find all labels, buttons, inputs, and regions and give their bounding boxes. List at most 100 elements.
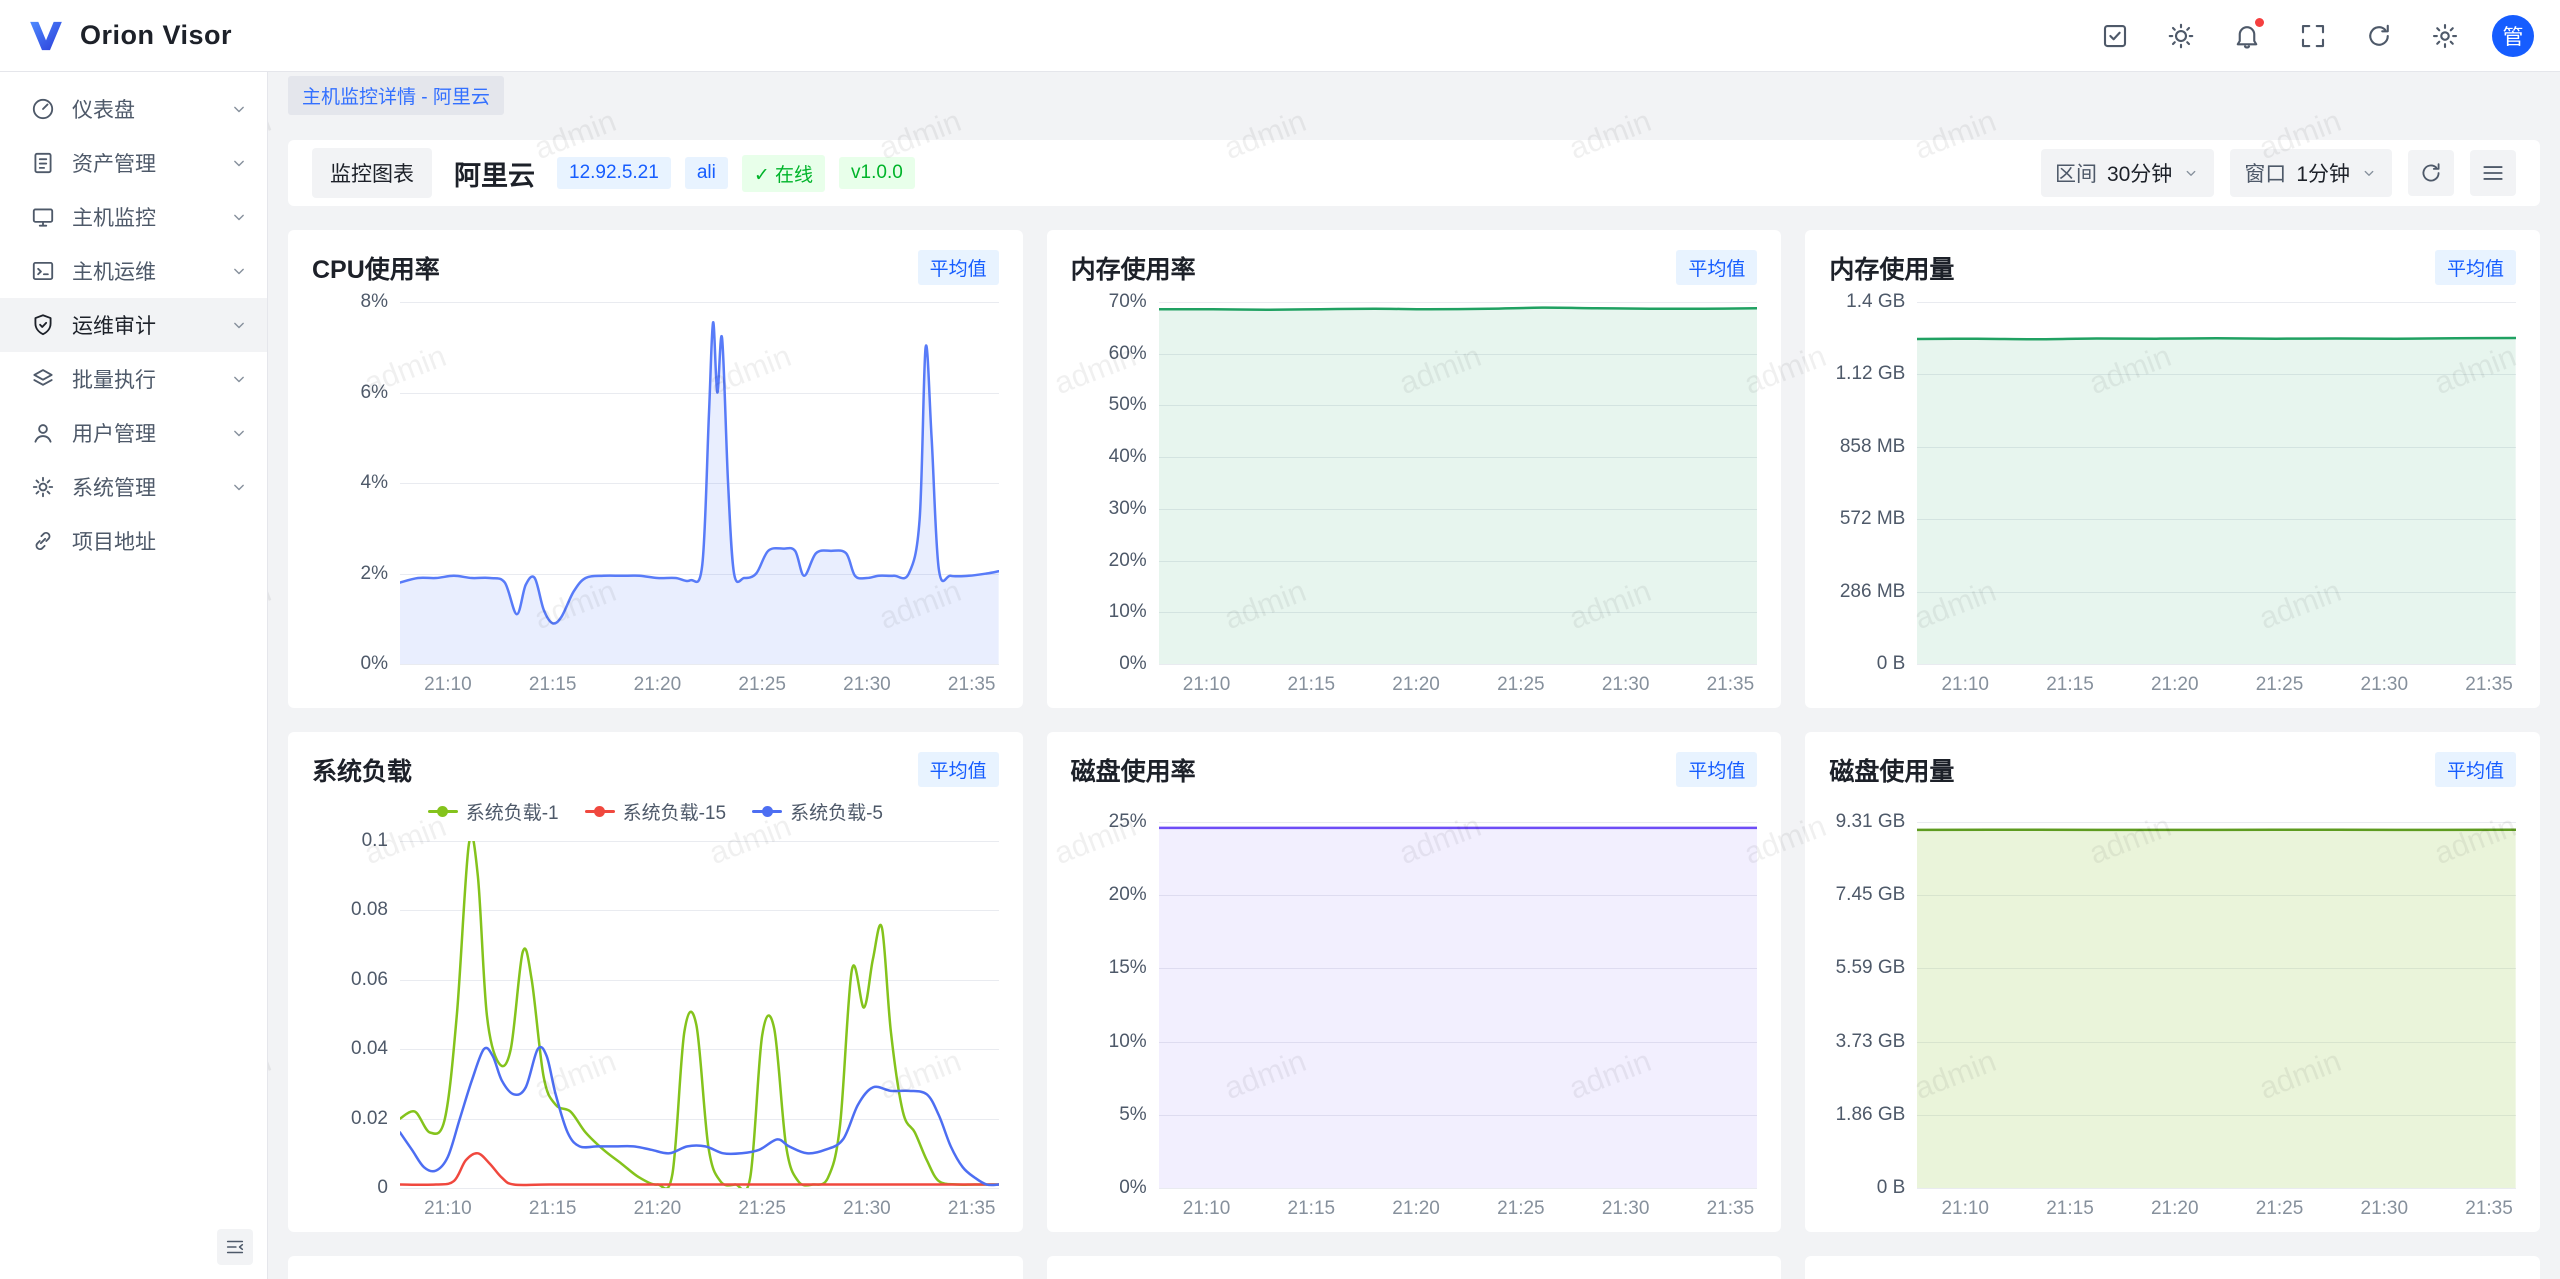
chevron-down-icon (229, 261, 249, 281)
aggregation-tag: 平均值 (1676, 752, 1757, 787)
y-axis-labels: 70%60%50%40%30%20%10%0% (1071, 302, 1159, 664)
aggregation-tag: 平均值 (2435, 250, 2516, 285)
chart-series-svg (1159, 302, 1758, 664)
app-logo-icon (26, 16, 66, 56)
sidebar-item-user[interactable]: 用户管理 (0, 406, 267, 460)
link-icon (30, 528, 56, 554)
chevron-down-icon (2182, 164, 2200, 182)
chart-series-svg (400, 841, 999, 1188)
aggregation-tag: 平均值 (918, 752, 999, 787)
interval-select[interactable]: 区间30分钟 (2041, 149, 2214, 197)
chart-series-svg (1159, 822, 1758, 1188)
menu-button[interactable] (2470, 150, 2516, 196)
legend-item[interactable]: 系统负载-1 (428, 798, 559, 825)
select-value: 30分钟 (2107, 158, 2172, 188)
chart-series-svg (1917, 302, 2516, 664)
theme-button[interactable] (2160, 15, 2202, 57)
sidebar-item-label: 系统管理 (72, 472, 229, 502)
select-value: 1分钟 (2296, 158, 2350, 188)
host-header-card: 监控图表 阿里云 12.92.5.21ali✓ 在线v1.0.0 区间30分钟窗… (288, 140, 2540, 206)
host-monitor-icon (30, 204, 56, 230)
chevron-down-icon (2360, 164, 2378, 182)
refresh-button[interactable] (2408, 150, 2454, 196)
legend-label: 系统负载-1 (466, 798, 559, 825)
chart-card: 磁盘使用量平均值9.31 GB7.45 GB5.59 GB3.73 GB1.86… (1805, 732, 2540, 1232)
sidebar-item-label: 主机监控 (72, 202, 229, 232)
chart-title: 磁盘使用率 (1071, 752, 1196, 788)
sidebar-item-label: 项目地址 (72, 526, 249, 556)
chevron-down-icon (229, 99, 249, 119)
sidebar-item-label: 用户管理 (72, 418, 229, 448)
sidebar-item-dashboard[interactable]: 仪表盘 (0, 82, 267, 136)
chart-card: 内存使用率平均值70%60%50%40%30%20%10%0%21:1021:1… (1047, 230, 1782, 708)
chart-title: 内存使用量 (1829, 250, 1954, 286)
notification-badge (2255, 18, 2264, 27)
monitor-chart-button[interactable]: 监控图表 (312, 148, 432, 198)
breadcrumb-item[interactable]: 主机监控详情 - 阿里云 (288, 76, 504, 115)
chart-title: CPU使用率 (312, 250, 440, 286)
user-avatar[interactable]: 管 (2492, 15, 2534, 57)
sidebar-item-label: 主机运维 (72, 256, 229, 286)
sidebar-item-host-monitor[interactable]: 主机监控 (0, 190, 267, 244)
chart-plot-area (400, 841, 999, 1188)
legend-marker-icon (752, 806, 782, 818)
chart-card: 内存使用量 平均值 1.4 GB1.12 GB858 MB572 MB286 MB0… (1805, 230, 2540, 708)
y-axis-labels: 25%20%15%10%5%0% (1071, 822, 1159, 1188)
x-axis-labels: 21:1021:1521:2021:2521:3021:35 (400, 1188, 999, 1222)
chevron-down-icon (229, 423, 249, 443)
legend-marker-icon (428, 806, 458, 818)
chart-plot-area (1159, 302, 1758, 664)
host-ops-icon (30, 258, 56, 284)
chart-plot-area (1917, 302, 2516, 664)
sidebar-item-batch[interactable]: 批量执行 (0, 352, 267, 406)
app-title: Orion Visor (80, 20, 232, 51)
charts-grid: CPU使用率平均值8%6%4%2%0%21:1021:1521:2021:252… (288, 230, 2540, 1279)
chevron-down-icon (229, 153, 249, 173)
chevron-down-icon (229, 207, 249, 227)
sidebar-item-asset[interactable]: 资产管理 (0, 136, 267, 190)
fullscreen-button[interactable] (2292, 15, 2334, 57)
y-axis-labels: 0.10.080.060.040.020 (312, 841, 400, 1188)
audit-icon (30, 312, 56, 338)
chart-card: CPU使用率平均值8%6%4%2%0%21:1021:1521:2021:252… (288, 230, 1023, 708)
asset-icon (30, 150, 56, 176)
refresh-button[interactable] (2358, 15, 2400, 57)
sidebar-item-host-ops[interactable]: 主机运维 (0, 244, 267, 298)
main-content: 主机监控详情 - 阿里云 监控图表 阿里云 12.92.5.21ali✓ 在线v… (268, 72, 2560, 1279)
chart-plot-area (1917, 822, 2516, 1188)
sidebar-item-link[interactable]: 项目地址 (0, 514, 267, 568)
chart-legend: 系统负载-1 系统负载-15 系统负载-5 (312, 798, 999, 825)
host-tag: ali (685, 157, 728, 189)
chart-card-partial (288, 1256, 1023, 1279)
topbar-actions (2094, 15, 2466, 57)
settings-icon (2430, 21, 2460, 51)
chart-series-svg (1917, 822, 2516, 1188)
x-axis-labels: 21:1021:1521:2021:2521:3021:35 (1917, 1188, 2516, 1222)
sidebar-menu: 仪表盘资产管理主机监控主机运维运维审计批量执行用户管理系统管理项目地址 (0, 82, 267, 568)
y-axis-labels: 1.4 GB1.12 GB858 MB572 MB286 MB0 B (1829, 302, 1917, 664)
legend-item[interactable]: 系统负载-15 (585, 798, 726, 825)
window-select[interactable]: 窗口 1分钟 (2230, 149, 2392, 197)
sidebar-collapse-button[interactable] (217, 1229, 253, 1265)
notifications-button[interactable] (2226, 15, 2268, 57)
x-axis-labels: 21:1021:1521:2021:2521:3021:35 (1917, 664, 2516, 698)
aggregation-tag: 平均值 (1676, 250, 1757, 285)
chart-card-partial (1047, 1256, 1782, 1279)
sidebar-item-audit[interactable]: 运维审计 (0, 298, 267, 352)
legend-label: 系统负载-5 (790, 798, 883, 825)
sidebar-item-system[interactable]: 系统管理 (0, 460, 267, 514)
refresh-icon (2418, 160, 2444, 186)
page-body: 监控图表 阿里云 12.92.5.21ali✓ 在线v1.0.0 区间30分钟窗… (268, 140, 2560, 1279)
legend-item[interactable]: 系统负载-5 (752, 798, 883, 825)
x-axis-labels: 21:1021:1521:2021:2521:3021:35 (1159, 1188, 1758, 1222)
system-icon (30, 474, 56, 500)
check-square-icon (2100, 21, 2130, 51)
menu-icon (2480, 160, 2506, 186)
app-brand: Orion Visor (26, 16, 232, 56)
host-tag: ✓ 在线 (742, 155, 825, 192)
chart-plot-area (1159, 822, 1758, 1188)
chart-card-partial (1805, 1256, 2540, 1279)
settings-button[interactable] (2424, 15, 2466, 57)
select-label: 窗口 (2244, 158, 2286, 188)
check-square-button[interactable] (2094, 15, 2136, 57)
